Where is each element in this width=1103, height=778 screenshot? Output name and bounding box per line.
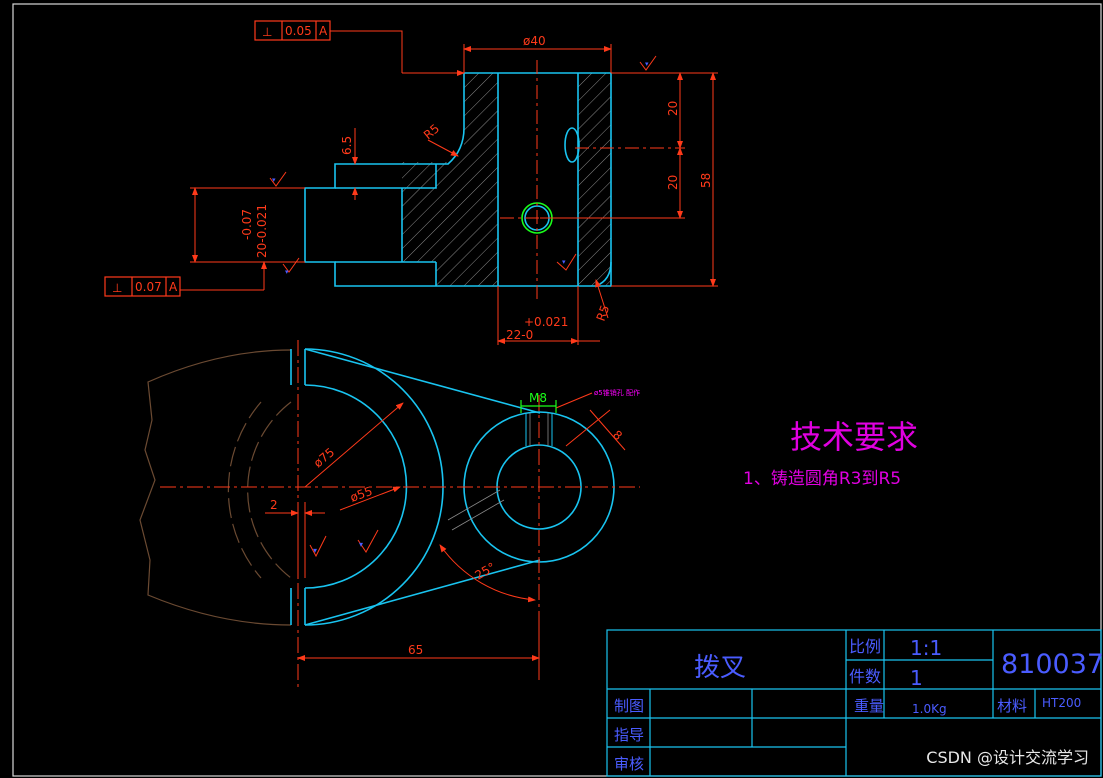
dim-8: 8 (610, 428, 625, 444)
cad-drawing-canvas: ø40 20 20 58 6.5 R5 R5 -0.07 20-0.021 +0… (12, 3, 1103, 777)
dim-6-5: 6.5 (340, 136, 354, 155)
drawing-number: 810037 (1001, 649, 1103, 680)
guide-label: 指导 (614, 726, 644, 744)
gdt-lower-datum: A (169, 280, 178, 294)
gdt-upper-value: 0.05 (285, 24, 312, 38)
gdt-upper-symbol: ⊥ (262, 25, 272, 39)
dim-20-lower: 20 (666, 175, 680, 190)
gdt-upper-datum: A (319, 24, 328, 38)
qty-label: 件数 (849, 667, 881, 686)
dim-bore-base: 22-0 (506, 328, 533, 342)
material-value: HT200 (1042, 696, 1081, 710)
weight-value: 1.0Kg (912, 702, 947, 716)
part-name: 拨叉 (694, 653, 746, 683)
svg-text:▾: ▾ (359, 540, 363, 549)
svg-text:▾: ▾ (313, 546, 317, 555)
dim-20-upper: 20 (666, 101, 680, 116)
hole-note: ø5锥销孔 配作 (594, 388, 640, 397)
dim-tol-base: 20-0.021 (255, 204, 269, 258)
hatch-web (402, 145, 464, 286)
review-label: 审核 (614, 755, 644, 773)
svg-text:▾: ▾ (272, 176, 276, 184)
dim-dia-75: ø75 (311, 445, 337, 470)
csdn-watermark: CSDN @设计交流学习 (926, 748, 1089, 767)
hatch-right-wall (578, 73, 611, 286)
dim-r5-lower: R5 (594, 303, 613, 323)
dim-m8: M8 (529, 391, 547, 405)
dim-2: 2 (270, 498, 278, 512)
gdt-lower-symbol: ⊥ (112, 281, 122, 295)
gdt-frame-lower: ⊥ 0.07 A (104, 276, 181, 297)
hatch-left-wall (464, 73, 498, 286)
dim-dia-40: ø40 (523, 34, 546, 48)
dim-bore-tol-plus: +0.021 (524, 315, 568, 329)
gdt-frame-upper: ⊥ 0.05 A (254, 20, 331, 41)
front-section-view: ø40 20 20 58 6.5 R5 R5 -0.07 20-0.021 +0… (180, 30, 718, 345)
scale-label: 比例 (849, 637, 881, 656)
technical-requirements: 技术要求 1、铸造圆角R3到R5 (743, 418, 918, 489)
dim-65: 65 (408, 643, 423, 657)
scale-value: 1:1 (910, 636, 942, 660)
dim-58: 58 (699, 173, 713, 188)
qty-value: 1 (910, 666, 923, 690)
dim-angle-25: 25° (473, 560, 498, 583)
top-view: ▾ ▾ ø75 ø55 2 M8 8 25° 65 ø5锥销孔 配作 (139, 340, 640, 690)
tech-req-title: 技术要求 (790, 418, 918, 456)
dim-tol-minus: -0.07 (240, 209, 254, 240)
drawn-label: 制图 (614, 697, 644, 715)
material-label: 材料 (997, 697, 1027, 715)
weight-label: 重量 (854, 697, 884, 715)
svg-text:▾: ▾ (285, 268, 289, 276)
tech-req-item-1: 1、铸造圆角R3到R5 (743, 469, 901, 489)
gdt-lower-value: 0.07 (135, 280, 162, 294)
svg-text:▾: ▾ (562, 258, 566, 266)
svg-text:▾: ▾ (645, 60, 649, 68)
dim-r5-upper: R5 (421, 121, 442, 142)
